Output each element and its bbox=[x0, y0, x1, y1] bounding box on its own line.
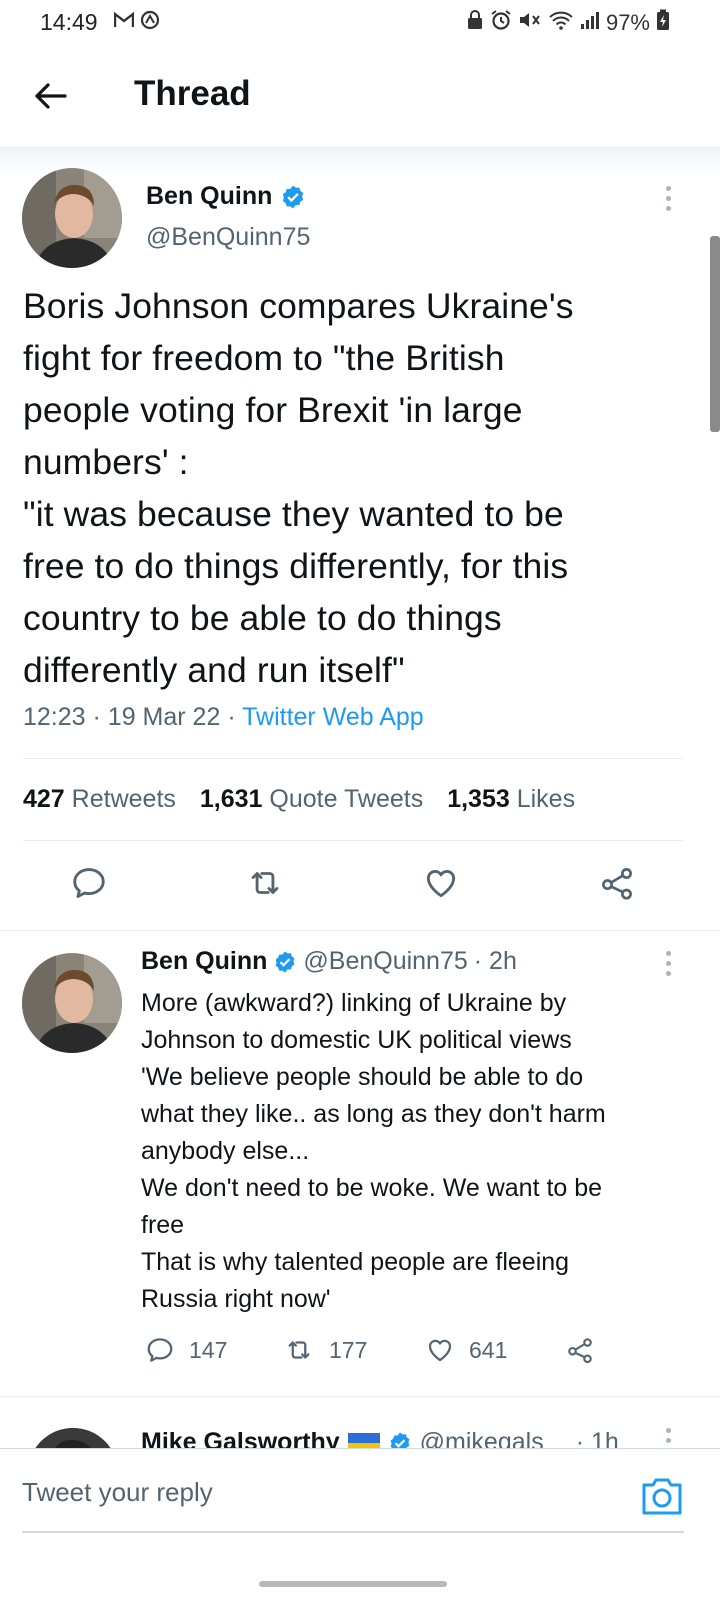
tweet-text-line: fight for freedom to "the British bbox=[23, 338, 505, 378]
retweets-stat[interactable]: 427 Retweets bbox=[23, 785, 176, 814]
tweet-source-link[interactable]: Twitter Web App bbox=[242, 703, 424, 731]
like-button[interactable] bbox=[418, 860, 464, 906]
tweet-text: More (awkward?) linking of Ukraine by Jo… bbox=[141, 985, 701, 1318]
tweet-text-line: what they like.. as long as they don't h… bbox=[141, 1100, 606, 1128]
author-name[interactable]: Ben Quinn bbox=[146, 182, 272, 211]
tweet-date: 19 Mar 22 bbox=[107, 703, 221, 731]
back-button[interactable] bbox=[30, 76, 70, 116]
tweet-age: · 1h bbox=[575, 1428, 619, 1448]
tweet-text: Boris Johnson compares Ukraine's fight f… bbox=[23, 280, 703, 696]
reply-button[interactable]: 147 bbox=[145, 1335, 227, 1365]
tweet-text-line: differently and run itself" bbox=[23, 650, 405, 690]
more-options-button[interactable] bbox=[656, 182, 680, 214]
reply-icon bbox=[73, 868, 105, 898]
author-name[interactable]: Mike Galsworthy bbox=[141, 1428, 340, 1448]
tweet-text-line: Russia right now' bbox=[141, 1285, 331, 1313]
tweet-text-line: country to be able to do things bbox=[23, 598, 502, 638]
tweet-text-line: Johnson to domestic UK political views bbox=[141, 1026, 572, 1054]
battery-charging-icon bbox=[656, 9, 670, 36]
tweet-text-line: free bbox=[141, 1211, 185, 1239]
lock-icon bbox=[466, 10, 484, 35]
tweet-meta: 12:23 · 19 Mar 22 · Twitter Web App bbox=[23, 703, 424, 731]
author-name[interactable]: Ben Quinn bbox=[141, 947, 267, 976]
heart-icon bbox=[426, 870, 456, 898]
divider bbox=[0, 1396, 720, 1397]
tweet-time: 12:23 bbox=[23, 703, 86, 731]
scroll-fade bbox=[0, 148, 720, 178]
reply-button[interactable] bbox=[66, 860, 112, 906]
share-icon bbox=[568, 1338, 592, 1364]
notification-app-icon bbox=[140, 10, 160, 35]
battery-percent: 97% bbox=[605, 9, 650, 35]
author-handle[interactable]: @BenQuinn75 bbox=[146, 223, 310, 252]
divider bbox=[23, 758, 683, 759]
tweet-text-line: free to do things differently, for this bbox=[23, 546, 569, 586]
retweet-count: 177 bbox=[329, 1336, 368, 1363]
tweet-text-line: That is why talented people are fleeing bbox=[141, 1248, 570, 1276]
tweet-text-line: people voting for Brexit 'in large bbox=[23, 390, 523, 430]
reply-composer: Tweet your reply bbox=[0, 1448, 720, 1600]
share-icon bbox=[602, 868, 632, 900]
camera-button[interactable] bbox=[640, 1475, 684, 1517]
more-options-button[interactable] bbox=[656, 1424, 680, 1448]
gmail-icon bbox=[113, 11, 135, 34]
retweet-icon bbox=[251, 872, 279, 894]
tweet-text-line: More (awkward?) linking of Ukraine by bbox=[141, 989, 567, 1017]
status-bar: 14:49 97% bbox=[0, 0, 720, 44]
arrow-left-icon bbox=[35, 83, 67, 109]
retweet-button[interactable] bbox=[242, 860, 288, 906]
home-indicator[interactable] bbox=[259, 1581, 447, 1587]
retweet-button[interactable]: 177 bbox=[283, 1335, 367, 1365]
share-button[interactable] bbox=[594, 860, 640, 906]
ukraine-flag-icon bbox=[347, 1432, 380, 1448]
tweet-stats: 427 Retweets 1,631 Quote Tweets 1,353 Li… bbox=[23, 785, 575, 814]
verified-badge-icon bbox=[283, 185, 304, 208]
tweet-text-line: "it was because they wanted to be bbox=[23, 494, 564, 534]
reply-count: 147 bbox=[189, 1336, 228, 1363]
author-handle[interactable]: @mikegals bbox=[420, 1428, 544, 1448]
signal-icon bbox=[580, 10, 600, 35]
reply-icon bbox=[147, 1338, 173, 1362]
avatar[interactable] bbox=[28, 1428, 118, 1448]
author-handle[interactable]: @BenQuinn75 bbox=[303, 947, 467, 976]
alarm-icon bbox=[490, 10, 512, 35]
reply-input[interactable]: Tweet your reply bbox=[22, 1477, 213, 1508]
share-button[interactable] bbox=[565, 1335, 595, 1365]
tweet-text-line: 'We believe people should be able to do bbox=[141, 1063, 584, 1091]
tweet-age: · 2h bbox=[473, 947, 517, 975]
verified-badge-icon bbox=[275, 951, 295, 972]
next-tweet[interactable]: Mike Galsworthy @mikegals · 1h bbox=[0, 1410, 720, 1448]
divider bbox=[23, 840, 683, 841]
reply-input-underline bbox=[22, 1531, 684, 1533]
more-options-button[interactable] bbox=[656, 947, 680, 979]
page-title: Thread bbox=[134, 74, 251, 113]
mute-icon bbox=[518, 10, 542, 35]
tweet-text-line: numbers' : bbox=[23, 442, 189, 482]
tweet-actions: 147 177 641 bbox=[141, 1335, 621, 1375]
status-time: 14:49 bbox=[40, 9, 98, 35]
tweet-actions bbox=[0, 860, 720, 912]
app-bar: Thread bbox=[0, 44, 720, 148]
wifi-icon bbox=[548, 10, 574, 35]
avatar[interactable] bbox=[22, 168, 122, 268]
like-button[interactable]: 641 bbox=[425, 1335, 507, 1365]
tweet-text-line: We don't need to be woke. We want to be bbox=[141, 1174, 603, 1202]
tweet-text-line: anybody else... bbox=[141, 1137, 310, 1165]
quote-tweets-stat[interactable]: 1,631 Quote Tweets bbox=[200, 785, 423, 814]
avatar[interactable] bbox=[22, 953, 122, 1053]
divider bbox=[0, 930, 720, 931]
camera-icon bbox=[642, 1478, 682, 1515]
retweet-icon bbox=[288, 1341, 310, 1359]
heart-icon bbox=[428, 1339, 452, 1362]
tweet-text-line: Boris Johnson compares Ukraine's bbox=[23, 286, 574, 326]
likes-stat[interactable]: 1,353 Likes bbox=[447, 785, 575, 814]
scrollbar[interactable] bbox=[710, 236, 720, 432]
like-count: 641 bbox=[469, 1336, 508, 1363]
verified-badge-icon bbox=[390, 1432, 410, 1448]
